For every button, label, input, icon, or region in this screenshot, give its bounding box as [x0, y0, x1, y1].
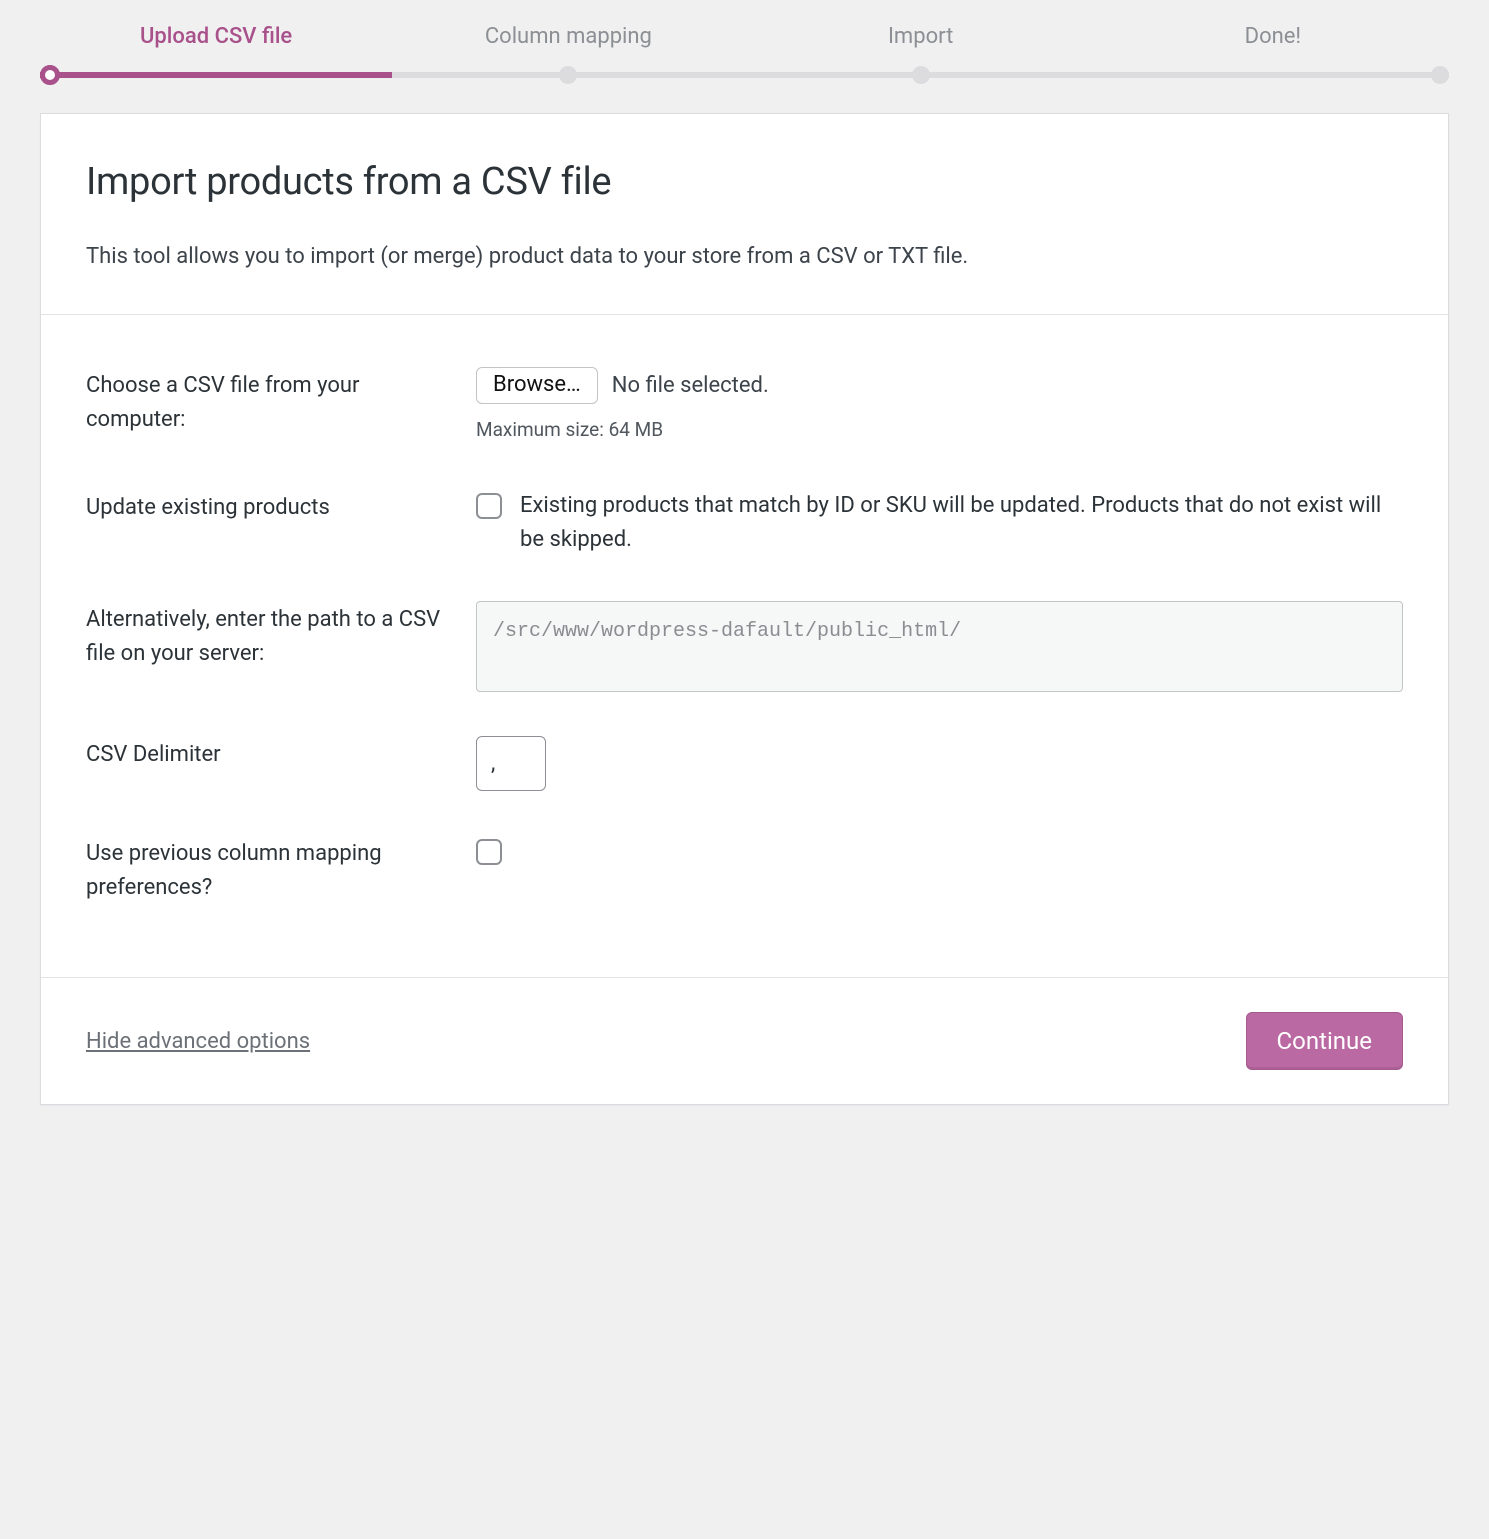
step-dot-icon — [912, 66, 930, 84]
update-existing-checkbox[interactable] — [476, 493, 502, 519]
import-card: Import products from a CSV file This too… — [40, 113, 1449, 1105]
step-dot-icon — [40, 65, 60, 85]
prev-mapping-label: Use previous column mapping preferences? — [86, 835, 446, 905]
server-path-label: Alternatively, enter the path to a CSV f… — [86, 601, 446, 671]
step-dot-icon — [559, 66, 577, 84]
step-dot-icon — [1431, 66, 1449, 84]
step-upload[interactable]: Upload CSV file — [40, 20, 392, 53]
max-size-hint: Maximum size: 64 MB — [476, 416, 1403, 445]
step-done[interactable]: Done! — [1097, 20, 1449, 53]
update-existing-label: Update existing products — [86, 489, 446, 525]
step-import[interactable]: Import — [745, 20, 1097, 53]
page-title: Import products from a CSV file — [86, 154, 1403, 211]
file-status: No file selected. — [612, 369, 769, 402]
step-mapping[interactable]: Column mapping — [392, 20, 744, 53]
browse-button[interactable]: Browse… — [476, 367, 598, 404]
delimiter-label: CSV Delimiter — [86, 736, 446, 772]
prev-mapping-checkbox[interactable] — [476, 839, 502, 865]
page-description: This tool allows you to import (or merge… — [86, 239, 1403, 274]
continue-button[interactable]: Continue — [1246, 1012, 1403, 1070]
server-path-input[interactable] — [476, 601, 1403, 692]
advanced-options-link[interactable]: Hide advanced options — [86, 1025, 310, 1058]
progress-stepper: Upload CSV file Column mapping Import Do… — [0, 0, 1489, 83]
update-existing-description: Existing products that match by ID or SK… — [520, 489, 1403, 557]
delimiter-input[interactable] — [476, 736, 546, 791]
choose-file-label: Choose a CSV file from your computer: — [86, 367, 446, 437]
